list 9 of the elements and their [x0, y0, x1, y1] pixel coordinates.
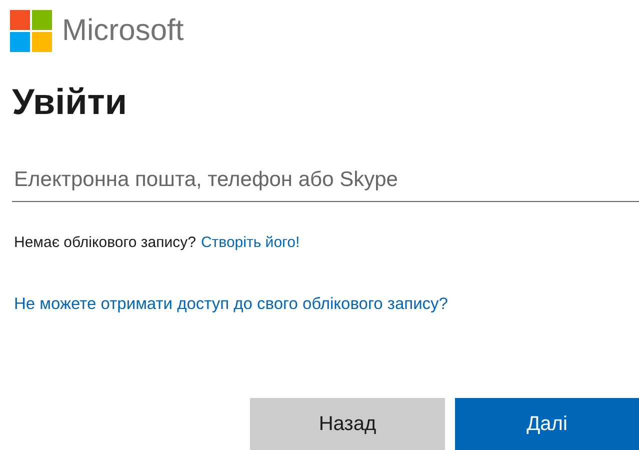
brand-name: Microsoft — [62, 16, 184, 46]
back-button[interactable]: Назад — [250, 398, 445, 450]
email-field[interactable]: Електронна пошта, телефон або Skype — [12, 158, 639, 202]
create-account-link[interactable]: Створіть його! — [200, 232, 300, 254]
next-button[interactable]: Далі — [455, 398, 639, 450]
cant-access-link[interactable]: Не можете отримати доступ до свого облікового запису? — [14, 294, 448, 312]
page-title: Увійти — [12, 84, 128, 120]
no-account-text: Немає облікового запису? — [14, 233, 196, 253]
logo-icon — [10, 10, 52, 52]
